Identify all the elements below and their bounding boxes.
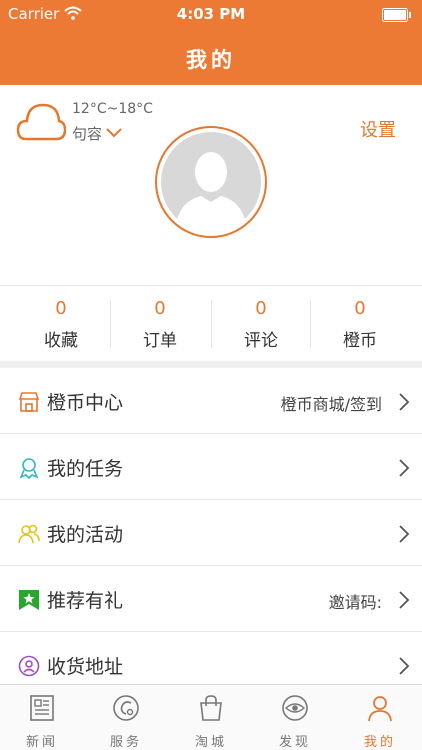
stat-label: 收藏 <box>44 331 78 351</box>
tab-label: 新闻 <box>25 735 58 750</box>
tab-label: 发现 <box>278 735 311 750</box>
chevron-right-icon <box>399 591 410 609</box>
default-user-icon <box>175 152 247 232</box>
newspaper-icon <box>30 695 54 721</box>
stat-label: 橙币 <box>343 331 377 351</box>
people-icon <box>18 524 40 544</box>
page-title: 我的 <box>186 48 236 72</box>
chevron-down-icon[interactable] <box>106 128 122 138</box>
chevron-right-icon <box>399 459 410 477</box>
star-flag-icon <box>19 590 39 610</box>
stat-comments[interactable]: 0 评论 <box>211 298 311 354</box>
ribbon-icon <box>19 458 39 479</box>
menu-item-label: 我的活动 <box>47 524 124 546</box>
stat-value: 0 <box>255 298 267 319</box>
menu-item-referral-gift[interactable]: 推荐有礼 邀请码: <box>0 566 422 632</box>
menu-item-label: 橙币中心 <box>47 392 124 414</box>
person-icon <box>368 696 392 722</box>
location-icon <box>18 655 40 677</box>
tab-bar: 新闻 服务 淘城 发现 我的 <box>0 684 422 750</box>
menu-item-label: 推荐有礼 <box>47 590 124 612</box>
weather-temperature: 12°C~18°C <box>72 101 153 117</box>
stat-favorites[interactable]: 0 收藏 <box>11 298 111 354</box>
tab-services[interactable]: 服务 <box>84 685 168 750</box>
status-time: 4:03 PM <box>176 5 246 23</box>
menu-item-label: 收货地址 <box>47 656 124 678</box>
weather-city[interactable]: 句容 <box>72 123 102 144</box>
profile-header: 12°C~18°C 句容 设置 <box>0 85 422 285</box>
tab-mine[interactable]: 我的 <box>338 685 422 750</box>
stat-value: 0 <box>55 298 67 319</box>
chevron-right-icon <box>399 393 410 411</box>
tab-discover[interactable]: 发现 <box>253 685 337 750</box>
menu-item-coin-center[interactable]: 橙币中心 橙币商城/签到 <box>0 368 422 434</box>
stat-value: 0 <box>154 298 166 319</box>
tab-mall[interactable]: 淘城 <box>169 685 253 750</box>
store-icon <box>18 392 40 412</box>
chevron-right-icon <box>399 657 410 675</box>
eye-icon <box>282 695 308 721</box>
section-gap <box>0 361 422 368</box>
stat-label: 评论 <box>244 331 278 351</box>
shopping-bag-icon <box>200 695 222 721</box>
stat-orders[interactable]: 0 订单 <box>110 298 210 354</box>
avatar[interactable] <box>155 126 267 238</box>
menu-item-my-activities[interactable]: 我的活动 <box>0 500 422 566</box>
service-icon <box>113 695 139 721</box>
status-bar: Carrier 4:03 PM <box>0 0 422 30</box>
menu-item-my-tasks[interactable]: 我的任务 <box>0 434 422 500</box>
stat-value: 0 <box>354 298 366 319</box>
settings-button[interactable]: 设置 <box>360 116 396 142</box>
nav-bar: 我的 <box>0 30 422 85</box>
stat-coins[interactable]: 0 橙币 <box>310 298 410 354</box>
stats-row: 0 收藏 0 订单 0 评论 0 橙币 <box>0 285 422 361</box>
stat-label: 订单 <box>143 331 177 351</box>
battery-icon <box>382 8 411 22</box>
menu-item-detail: 橙币商城/签到 <box>280 395 382 414</box>
tab-label: 淘城 <box>194 735 227 750</box>
cloud-icon <box>16 103 66 141</box>
tab-label: 我的 <box>363 735 396 750</box>
chevron-right-icon <box>399 525 410 543</box>
menu-item-label: 我的任务 <box>47 458 124 480</box>
tab-news[interactable]: 新闻 <box>0 685 84 750</box>
menu-item-detail: 邀请码: <box>328 593 382 612</box>
tab-label: 服务 <box>109 735 142 750</box>
